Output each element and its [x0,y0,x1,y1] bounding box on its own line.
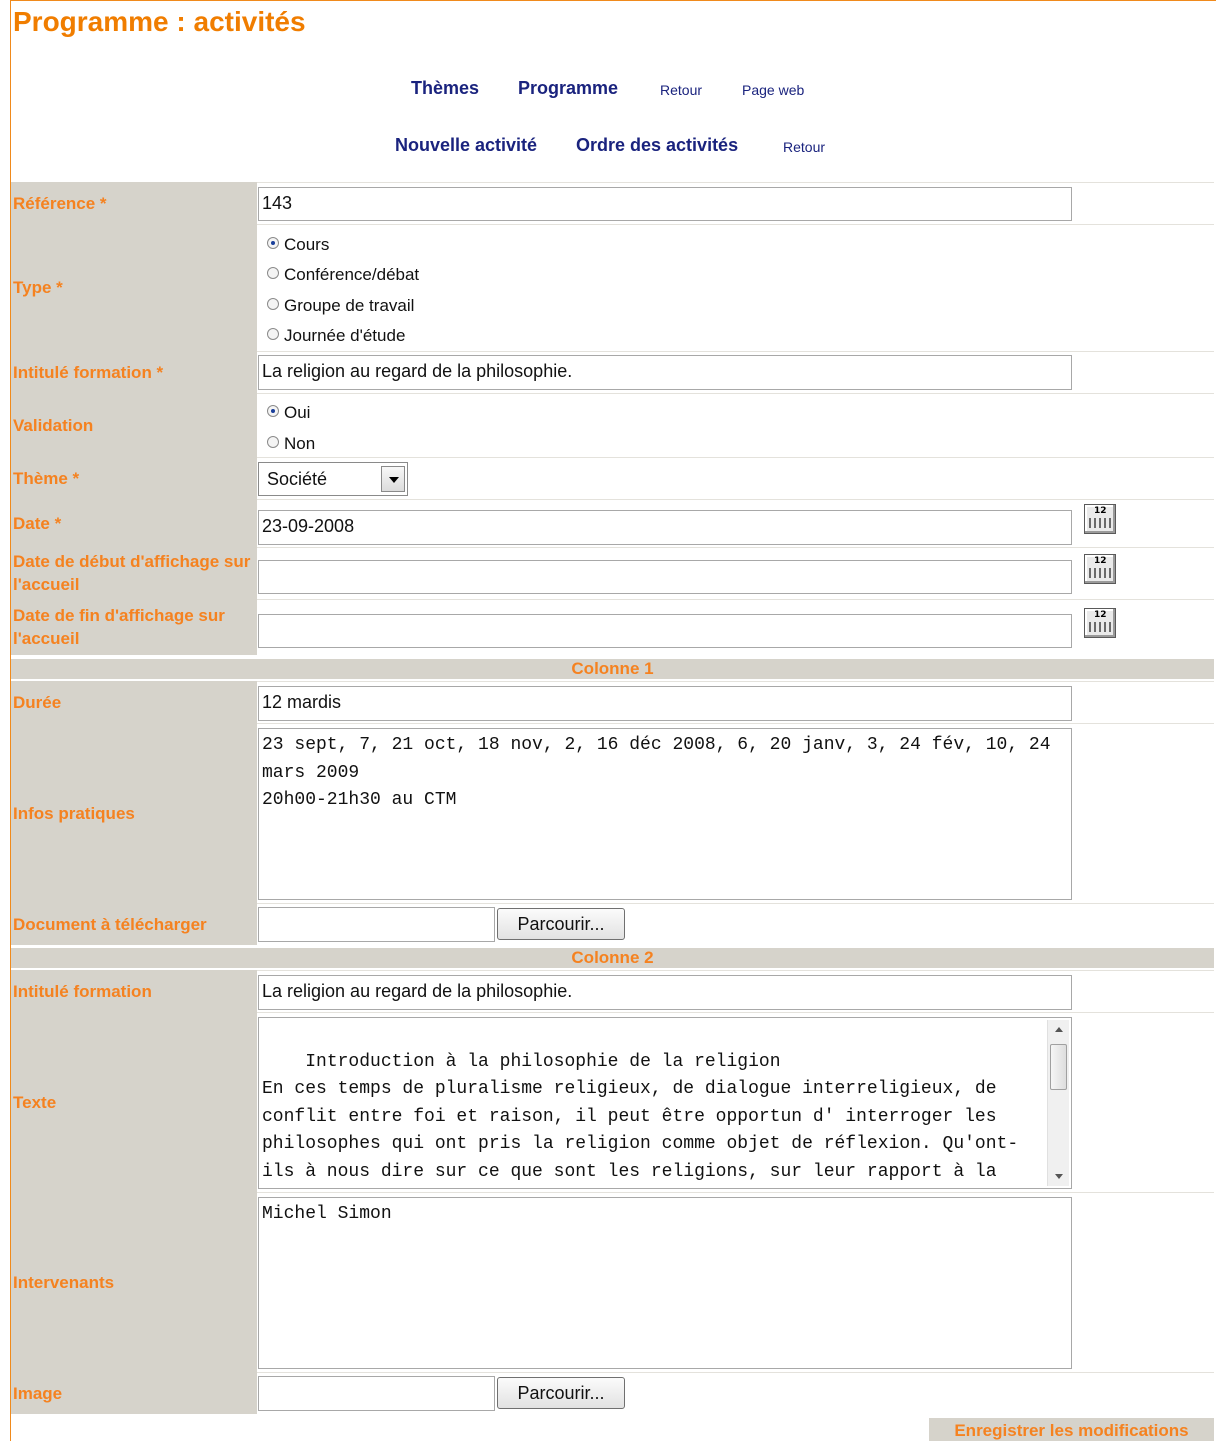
page-title: Programme : activités [13,6,306,37]
image-cell: Parcourir... [257,1372,1214,1414]
type-label: Type * [11,224,257,351]
theme-select[interactable]: Société [258,462,408,496]
dropdown-arrow-icon[interactable] [381,466,405,492]
texte-cell: Introduction à la philosophie de la reli… [257,1012,1214,1192]
intitule2-label: Intitulé formation [11,970,257,1012]
theme-label: Thème * [11,457,257,499]
duree-cell: 12 mardis [257,681,1214,723]
image-label: Image [11,1372,257,1414]
date-debut-input[interactable] [258,560,1072,594]
scroll-up-icon[interactable] [1048,1020,1069,1040]
nav-sub-retour[interactable]: Retour [783,139,825,155]
infos-cell: 23 sept, 7, 21 oct, 18 nov, 2, 16 déc 20… [257,723,1214,903]
image-browse-button[interactable]: Parcourir... [497,1377,625,1409]
nav-programme[interactable]: Programme [518,78,618,99]
type-option-conference[interactable]: Conférence/débat [267,265,419,285]
save-button[interactable]: Enregistrer les modifications [929,1418,1214,1441]
infos-label: Infos pratiques [11,723,257,903]
nav-themes[interactable]: Thèmes [411,78,479,99]
validation-option-non[interactable]: Non [267,434,315,454]
type-option-label: Groupe de travail [284,296,415,315]
date-cell: 23-09-2008 [257,499,1214,547]
duree-label: Durée [11,681,257,723]
document-file-input[interactable] [258,907,495,942]
reference-label: Référence * [11,182,257,224]
texte-textarea[interactable]: Introduction à la philosophie de la reli… [258,1017,1072,1189]
intervenants-textarea[interactable]: Michel Simon [258,1197,1072,1369]
nav-page-web[interactable]: Page web [742,82,804,98]
radio-icon[interactable] [267,298,279,310]
intervenants-label: Intervenants [11,1192,257,1372]
date-input[interactable]: 23-09-2008 [258,510,1072,545]
texte-scrollbar[interactable] [1047,1020,1069,1186]
type-option-groupe[interactable]: Groupe de travail [267,296,414,316]
theme-select-value: Société [267,469,328,489]
type-option-journee[interactable]: Journée d'étude [267,326,405,346]
date-debut-cell [257,547,1214,599]
intervenants-cell: Michel Simon [257,1192,1214,1372]
intitule2-cell: La religion au regard de la philosophie. [257,970,1214,1012]
radio-icon[interactable] [267,328,279,340]
nav-nouvelle-activite[interactable]: Nouvelle activité [395,135,537,156]
texte-label: Texte [11,1012,257,1192]
validation-cell: Oui Non [257,393,1214,457]
texte-content: Introduction à la philosophie de la reli… [262,1051,1019,1182]
intitule-cell: La religion au regard de la philosophie. [257,351,1214,393]
section-header-colonne-2: Colonne 2 [11,948,1214,968]
type-option-cours[interactable]: Cours [267,235,329,255]
calendar-icon[interactable] [1084,504,1116,534]
validation-option-oui[interactable]: Oui [267,403,310,423]
calendar-icon[interactable] [1084,608,1116,638]
validation-option-label: Non [284,434,316,453]
nav-ordre-activites[interactable]: Ordre des activités [576,135,738,156]
validation-label: Validation [11,393,257,457]
reference-input[interactable]: 143 [258,187,1072,221]
reference-cell: 143 [257,182,1214,224]
radio-selected-icon[interactable] [267,405,279,417]
calendar-icon[interactable] [1084,554,1116,584]
date-debut-label: Date de début d'affichage sur l'accueil [11,547,257,599]
radio-icon[interactable] [267,436,279,448]
date-label: Date * [11,499,257,547]
validation-option-label: Oui [284,403,311,422]
image-file-input[interactable] [258,1376,495,1411]
document-label: Document à télécharger [11,903,257,945]
theme-cell: Société [257,457,1214,499]
type-cell: Cours Conférence/débat Groupe de travail… [257,224,1214,351]
document-cell: Parcourir... [257,903,1214,945]
radio-icon[interactable] [267,267,279,279]
type-option-label: Journée d'étude [284,326,406,345]
nav-retour[interactable]: Retour [660,82,702,98]
date-fin-input[interactable] [258,614,1072,648]
intitule2-input[interactable]: La religion au regard de la philosophie. [258,975,1072,1010]
document-browse-button[interactable]: Parcourir... [497,908,625,940]
section-header-colonne-1: Colonne 1 [11,659,1214,679]
scroll-down-icon[interactable] [1048,1166,1069,1186]
type-option-label: Conférence/débat [284,265,420,284]
date-fin-cell [257,599,1214,655]
intitule-input[interactable]: La religion au regard de la philosophie. [258,355,1072,390]
scroll-thumb[interactable] [1050,1044,1067,1090]
date-fin-label: Date de fin d'affichage sur l'accueil [11,599,257,655]
radio-selected-icon[interactable] [267,237,279,249]
infos-textarea[interactable]: 23 sept, 7, 21 oct, 18 nov, 2, 16 déc 20… [258,728,1072,900]
duree-input[interactable]: 12 mardis [258,686,1072,721]
intitule-label: Intitulé formation * [11,351,257,393]
type-option-label: Cours [284,235,330,254]
